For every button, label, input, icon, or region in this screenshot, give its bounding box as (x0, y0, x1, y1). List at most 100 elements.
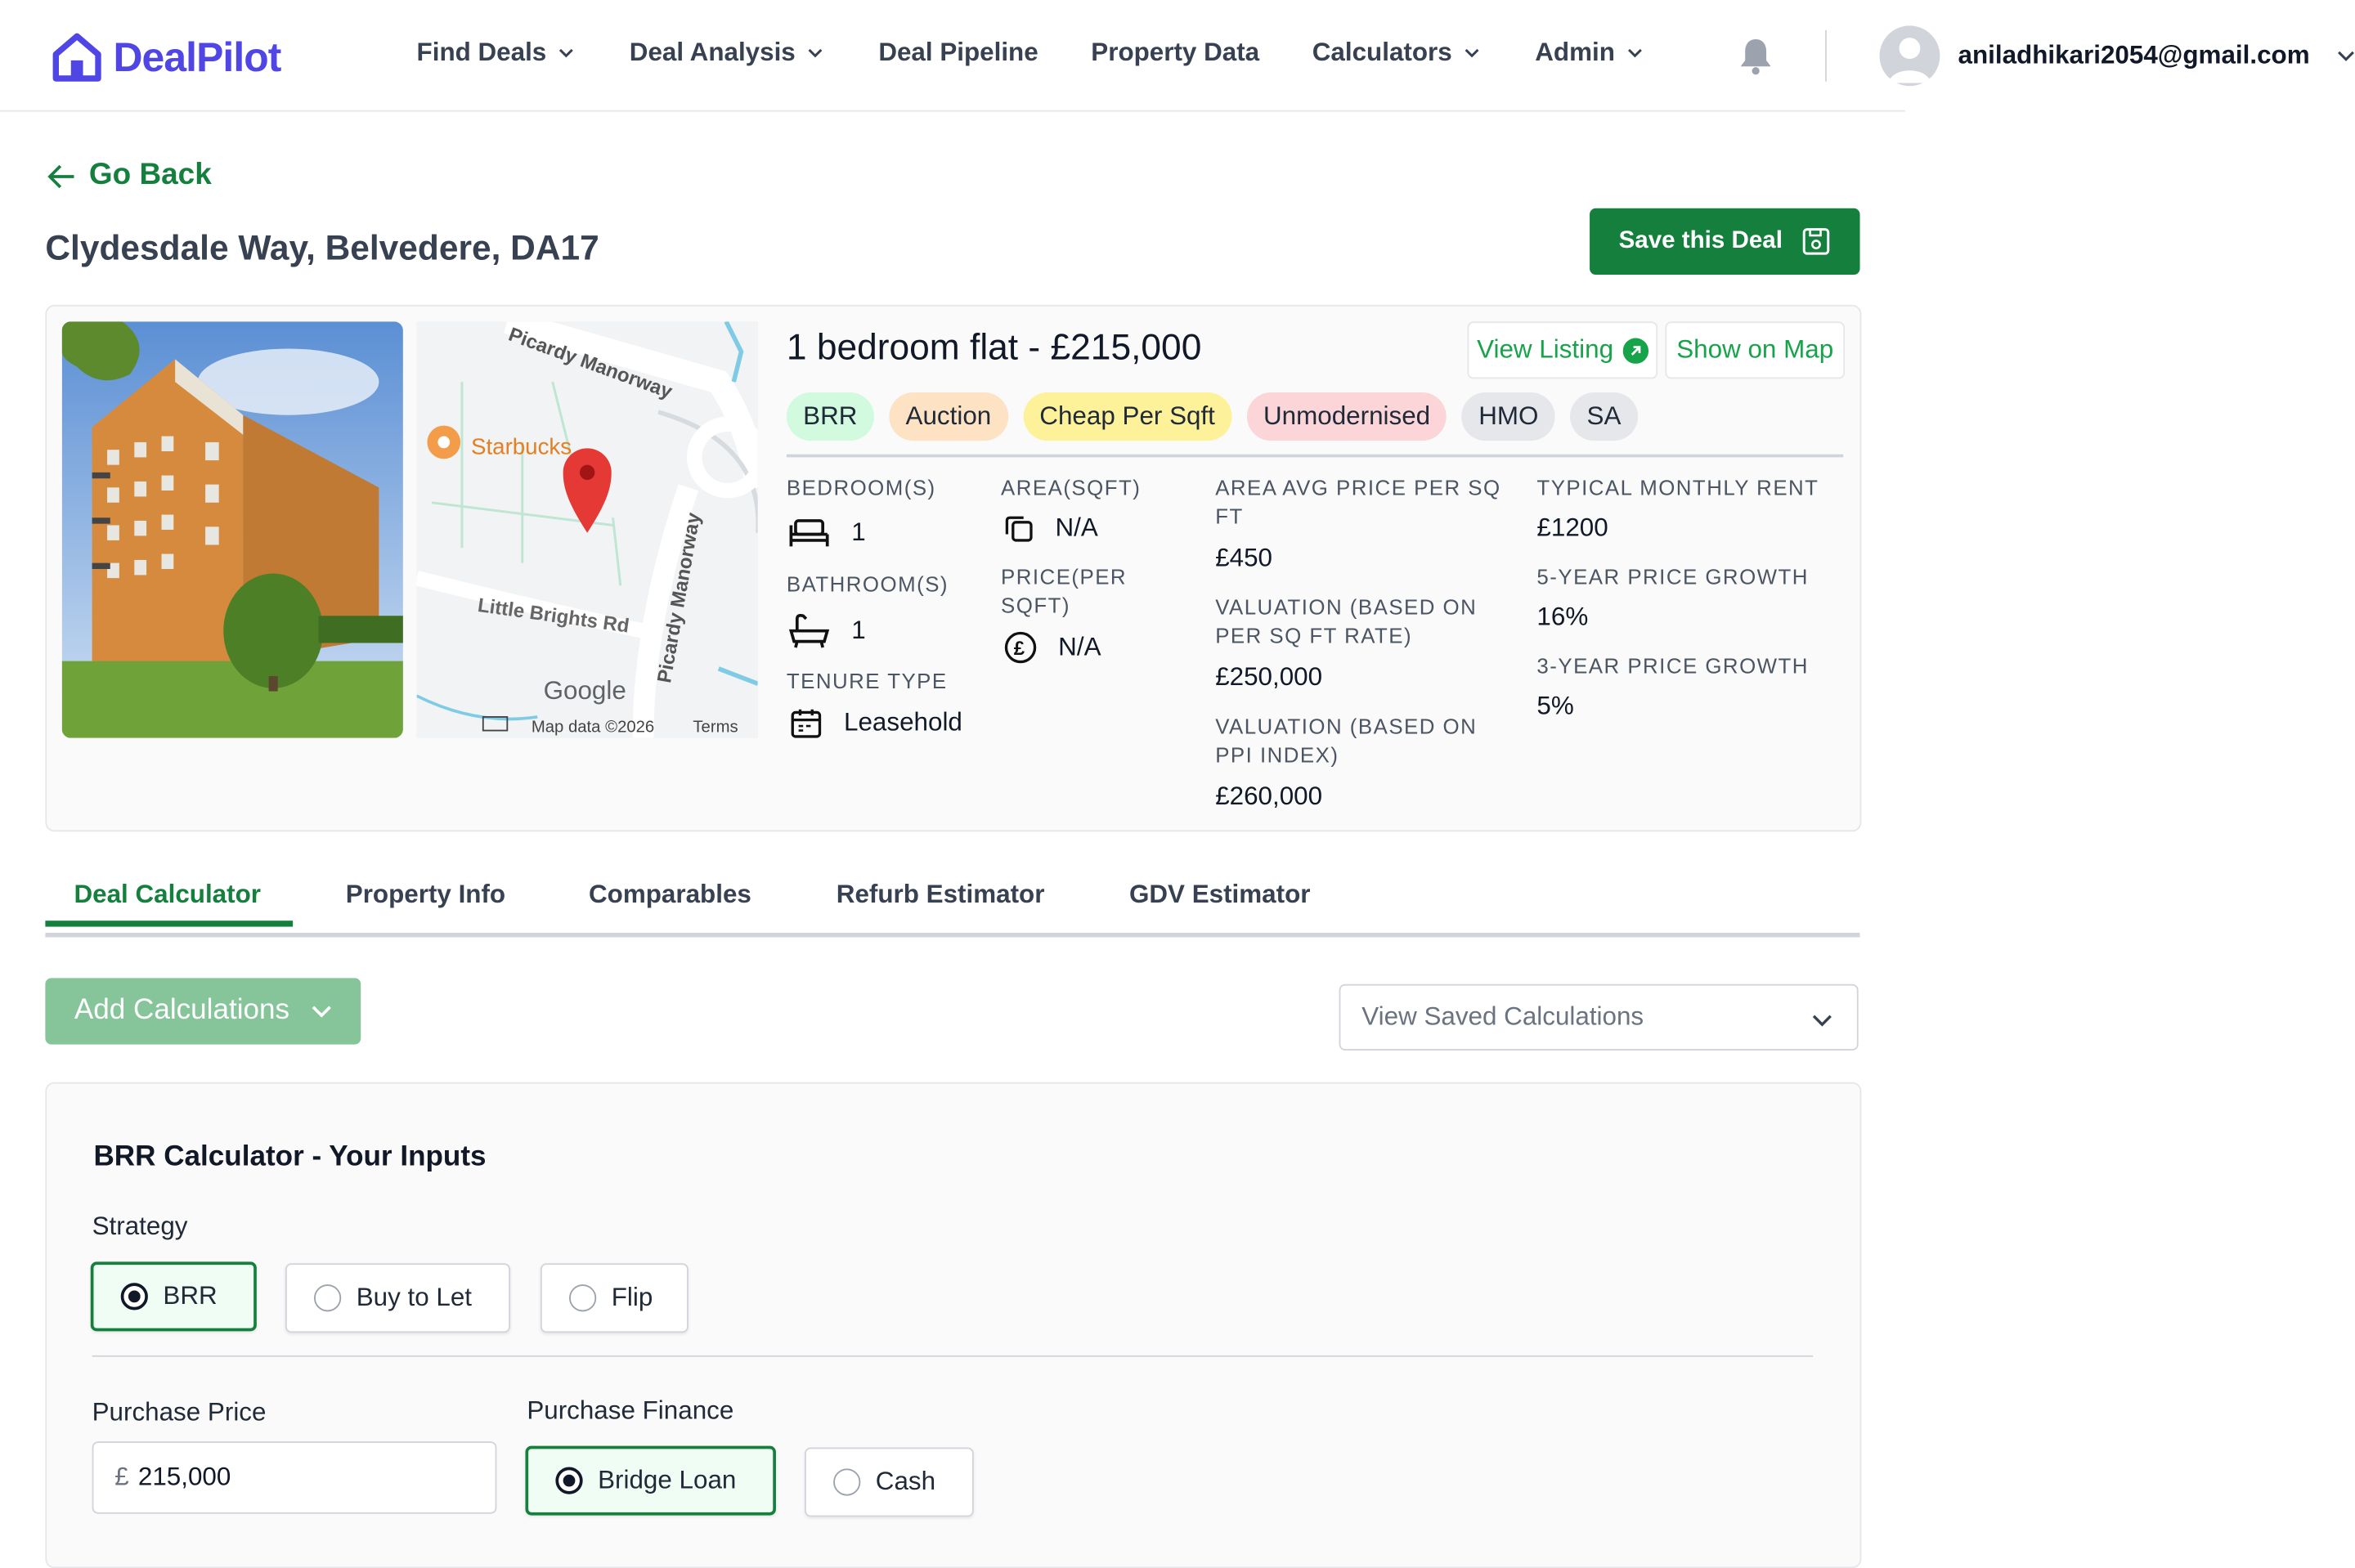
area-value: N/A (1004, 513, 1098, 544)
nav-find-deals[interactable]: Find Deals (417, 38, 574, 68)
area-label: AREA(SQFT) (1001, 475, 1142, 500)
headline-separator: - (1028, 327, 1041, 369)
property-type: 1 bedroom flat (786, 327, 1019, 369)
pound-coin-icon: £ (1004, 631, 1037, 664)
map-poi-label: Starbucks (471, 434, 572, 459)
tenure-label: TENURE TYPE (786, 668, 948, 693)
location-map[interactable]: Starbucks Picardy Manorway Picardy Manor… (416, 321, 758, 738)
show-on-map-label: Show on Map (1676, 334, 1834, 364)
strategy-option-buy-to-let[interactable]: Buy to Let (285, 1263, 511, 1333)
bath-icon (788, 613, 830, 648)
chevron-down-icon[interactable] (2337, 47, 2355, 65)
property-price: £215,000 (1050, 327, 1202, 369)
purchase-price-label: Purchase Price (92, 1397, 267, 1427)
header-divider (1825, 29, 1827, 82)
chevron-down-icon (312, 1006, 331, 1018)
tenure-text: Leasehold (844, 707, 962, 737)
go-back-link[interactable]: Go Back (47, 159, 212, 193)
nav-label: Admin (1535, 38, 1615, 67)
view-listing-button[interactable]: View Listing (1467, 321, 1658, 379)
nav-deal-analysis[interactable]: Deal Analysis (630, 38, 823, 68)
label-line: AREA AVG PRICE PER SQ (1215, 475, 1501, 500)
top-navbar: DealPilot Find Deals Deal Analysis Deal … (0, 0, 2354, 112)
rent-value: £1200 (1536, 513, 1608, 542)
save-icon (1802, 228, 1829, 255)
show-on-map-button[interactable]: Show on Map (1665, 321, 1846, 379)
area-avg-label: AREA AVG PRICE PER SQ FT (1215, 474, 1500, 531)
page-root: DealPilot Find Deals Deal Analysis Deal … (0, 0, 2355, 1568)
add-calculations-label: Add Calculations (74, 994, 290, 1027)
finance-option-bridge-loan[interactable]: Bridge Loan (525, 1445, 776, 1516)
finance-option-cash[interactable]: Cash (805, 1447, 974, 1517)
price-per-sqft-label: PRICE(PER SQFT) (1001, 563, 1127, 620)
nav-label: Calculators (1312, 38, 1452, 67)
option-label: Flip (611, 1283, 653, 1312)
map-illustration: Starbucks Picardy Manorway Picardy Manor… (416, 321, 758, 738)
map-terms-link: Terms (693, 718, 738, 736)
property-tags: BRR Auction Cheap Per Sqft Unmodernised … (786, 392, 1638, 441)
svg-text:£: £ (1014, 638, 1025, 660)
radio-selected-icon (555, 1467, 583, 1494)
calculator-title: BRR Calculator - Your Inputs (93, 1140, 487, 1173)
tab-deal-calculator[interactable]: Deal Calculator (74, 880, 260, 910)
strategy-option-flip[interactable]: Flip (540, 1263, 689, 1333)
main-nav: Find Deals Deal Analysis Deal Pipeline P… (417, 38, 1643, 68)
purchase-price-field[interactable] (137, 1462, 441, 1493)
nav-deal-pipeline[interactable]: Deal Pipeline (878, 38, 1038, 68)
chevron-down-icon (1811, 1008, 1832, 1038)
bathrooms-count: 1 (851, 616, 866, 645)
save-deal-button[interactable]: Save this Deal (1590, 208, 1860, 276)
nav-calculators[interactable]: Calculators (1312, 38, 1479, 68)
purchase-price-input[interactable]: £ (92, 1441, 497, 1514)
tab-refurb-estimator[interactable]: Refurb Estimator (837, 880, 1045, 910)
nav-label: Property Data (1091, 38, 1260, 67)
purchase-finance-label: Purchase Finance (527, 1396, 734, 1425)
radio-unselected-icon (833, 1468, 861, 1496)
option-label: Bridge Loan (598, 1465, 737, 1494)
area-text: N/A (1055, 513, 1098, 542)
growth3-value: 5% (1536, 691, 1574, 720)
strategy-label: Strategy (92, 1212, 188, 1241)
option-label: BRR (163, 1281, 218, 1310)
building-photo-illustration (61, 321, 403, 738)
label-line: VALUATION (BASED ON (1215, 594, 1478, 619)
tab-comparables[interactable]: Comparables (589, 880, 751, 910)
tag-brr: BRR (786, 392, 874, 441)
tag-hmo: HMO (1461, 392, 1555, 441)
brand-logo[interactable]: DealPilot (50, 30, 281, 84)
rent-label: TYPICAL MONTHLY RENT (1536, 475, 1819, 500)
view-saved-calculations-select[interactable]: View Saved Calculations (1339, 983, 1859, 1051)
bell-icon[interactable] (1738, 36, 1774, 75)
chevron-down-icon (558, 48, 573, 58)
bathrooms-value: 1 (788, 613, 866, 649)
nav-property-data[interactable]: Property Data (1091, 38, 1259, 68)
user-email[interactable]: aniladhikari2054@gmail.com (1958, 41, 2310, 71)
property-photo[interactable] (61, 321, 403, 738)
go-back-label: Go Back (88, 158, 212, 192)
card-divider (786, 454, 1844, 458)
bedrooms-label: BEDROOM(S) (786, 475, 936, 500)
tag-sa: SA (1570, 392, 1638, 441)
option-label: Cash (875, 1467, 936, 1496)
option-label: Buy to Let (356, 1283, 473, 1312)
avatar[interactable] (1879, 25, 1940, 87)
strategy-option-brr[interactable]: BRR (90, 1261, 257, 1332)
nav-admin[interactable]: Admin (1535, 38, 1642, 68)
tag-auction: Auction (889, 392, 1008, 441)
nav-label: Find Deals (416, 38, 547, 67)
property-headline: 1 bedroom flat - £215,000 (787, 328, 1201, 370)
tab-gdv-estimator[interactable]: GDV Estimator (1129, 880, 1311, 910)
page-title: Clydesdale Way, Belvedere, DA17 (45, 227, 599, 267)
add-calculations-button[interactable]: Add Calculations (45, 978, 361, 1045)
house-logo-icon (52, 33, 101, 82)
chevron-down-icon (808, 48, 823, 58)
growth5-label: 5-YEAR PRICE GROWTH (1536, 564, 1809, 589)
calendar-icon (791, 709, 822, 738)
label-line: PPI INDEX) (1215, 742, 1339, 767)
nav-label: Deal Analysis (629, 38, 796, 67)
valuation-ppi-value: £260,000 (1215, 782, 1323, 811)
label-line: VALUATION (BASED ON (1215, 714, 1478, 738)
google-logo: Google (544, 676, 626, 705)
radio-unselected-icon (314, 1284, 342, 1312)
tab-property-info[interactable]: Property Info (346, 880, 505, 910)
